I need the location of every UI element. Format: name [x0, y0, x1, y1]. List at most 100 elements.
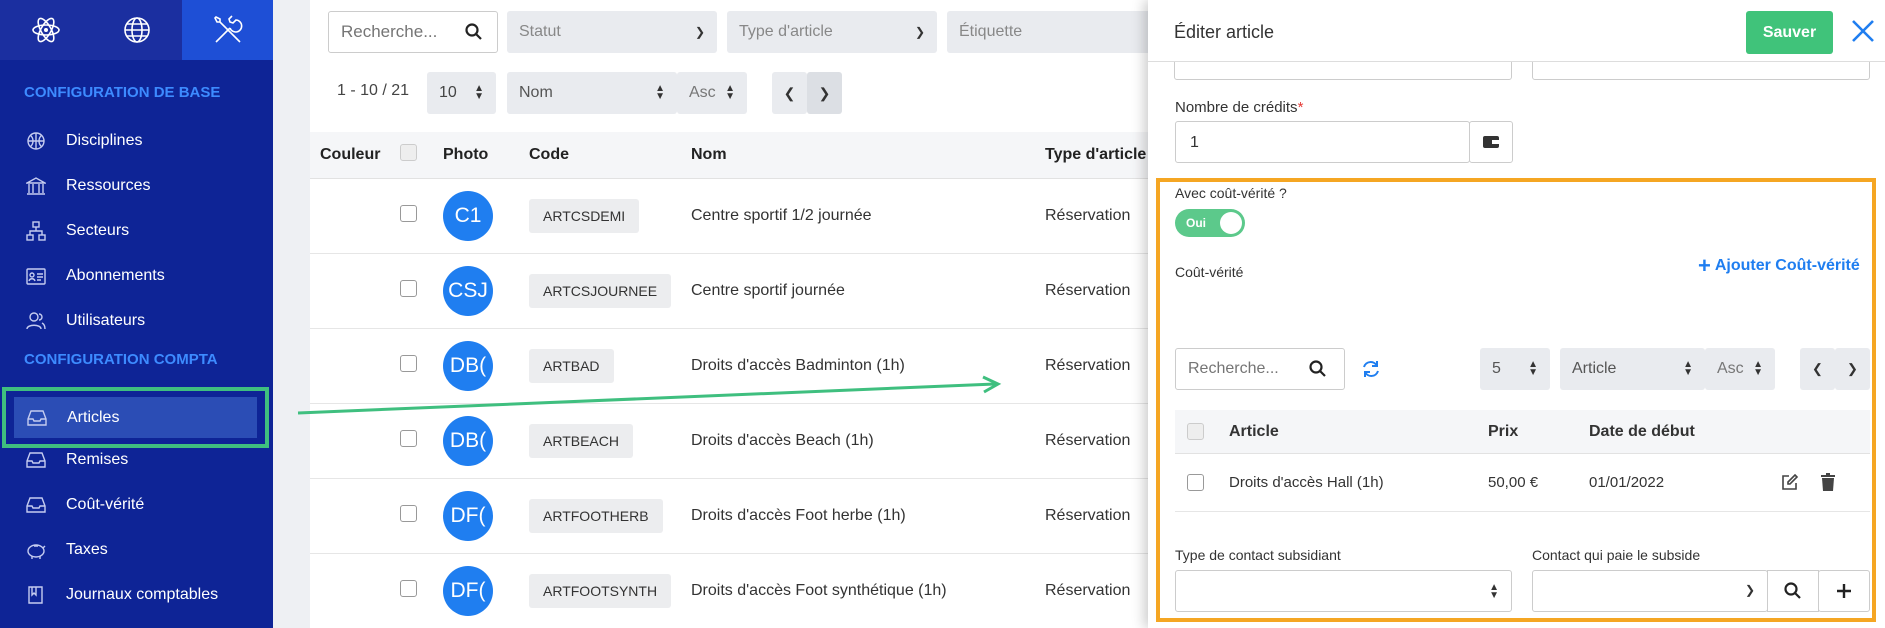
sidebar-item-disciplines[interactable]: Disciplines [0, 118, 273, 163]
select-all-checkbox[interactable] [400, 143, 417, 161]
sort-updown-icon: ▲ ▼ [655, 83, 665, 102]
tag-filter[interactable]: Étiquette [947, 11, 1157, 53]
plus-icon [1837, 584, 1851, 598]
table-row[interactable]: DF( ARTFOOTSYNTH Droits d'accès Foot syn… [310, 553, 1150, 628]
cv-sort-field-select[interactable]: Article ▲ ▼ [1560, 348, 1705, 390]
tab-tools[interactable] [182, 0, 273, 60]
toggle-label: Oui [1186, 216, 1206, 230]
sidebar-item-cout-verite[interactable]: Coût-vérité [0, 482, 273, 527]
row-checkbox[interactable] [400, 204, 417, 222]
sidebar-item-label: Articles [67, 408, 120, 426]
cv-row-date: 01/01/2022 [1589, 474, 1665, 491]
code-badge: ARTCSDEMI [529, 198, 640, 233]
cv-prev-page-button[interactable]: ❮ [1800, 348, 1835, 390]
edit-icon[interactable] [1781, 473, 1799, 491]
search-icon[interactable] [465, 23, 483, 41]
status-filter-label: Statut [519, 23, 561, 40]
sort-field-select[interactable]: Nom ▲ ▼ [507, 72, 677, 114]
col-type: Type d'article [1045, 132, 1150, 179]
table-row[interactable]: C1 ARTCSDEMI Centre sportif 1/2 journée … [310, 178, 1150, 254]
search-icon [1784, 582, 1801, 599]
contact-payeur-select[interactable]: ❯ [1532, 570, 1768, 612]
chevron-down-icon: ❯ [1744, 583, 1755, 597]
sidebar-item-abonnements[interactable]: Abonnements [0, 253, 273, 298]
contact-add-button[interactable] [1818, 570, 1870, 612]
prev-page-button[interactable]: ❮ [772, 72, 807, 114]
cv-question: Avec coût-vérité ? [1175, 185, 1287, 201]
table-row[interactable]: DB( ARTBAD Droits d'accès Badminton (1h)… [310, 328, 1150, 404]
articles-table: Couleur Photo Code Nom Type d'article C1… [310, 132, 1150, 628]
toggle-knob [1220, 212, 1242, 234]
cv-search-box[interactable] [1175, 348, 1345, 390]
add-cv-button[interactable]: + Ajouter Coût-vérité [1698, 255, 1860, 277]
chevron-left-icon: ❮ [1812, 361, 1823, 376]
table-row[interactable]: Droits d'accès Hall (1h) 50,00 € 01/01/2… [1175, 454, 1870, 512]
type-contact-select[interactable]: ▲ ▼ [1175, 570, 1512, 612]
avatar: CSJ [443, 265, 493, 316]
cv-per-page-select[interactable]: 5 ▲ ▼ [1480, 348, 1550, 390]
sort-updown-icon: ▲ ▼ [1489, 582, 1499, 601]
credits-input[interactable]: 1 [1175, 121, 1470, 163]
search-icon[interactable] [1309, 360, 1327, 378]
search-box[interactable] [328, 11, 498, 53]
tab-globe[interactable] [91, 0, 182, 60]
cv-select-all-checkbox[interactable] [1187, 423, 1204, 440]
article-type: Réservation [1045, 328, 1150, 404]
next-page-button[interactable]: ❯ [807, 72, 842, 114]
per-page-select[interactable]: 10 ▲ ▼ [427, 72, 496, 114]
type-filter[interactable]: Type d'article ❯ [727, 11, 937, 53]
sidebar-item-journaux[interactable]: Journaux comptables [0, 572, 273, 617]
cv-sort-dir-value: Asc [1717, 360, 1744, 377]
book-icon [28, 585, 43, 604]
wallet-icon [1483, 136, 1499, 148]
row-checkbox[interactable] [400, 354, 417, 372]
row-checkbox[interactable] [400, 504, 417, 522]
refresh-icon[interactable] [1361, 359, 1381, 379]
trash-icon[interactable] [1820, 473, 1836, 491]
article-type: Réservation [1045, 253, 1150, 329]
sidebar-item-label: Ressources [66, 176, 151, 194]
table-row[interactable]: DF( ARTFOOTHERB Droits d'accès Foot herb… [310, 478, 1150, 554]
table-row[interactable]: CSJ ARTCSJOURNEE Centre sportif journée … [310, 253, 1150, 329]
table-row[interactable]: DB( ARTBEACH Droits d'accès Beach (1h) R… [310, 403, 1150, 479]
sidebar-item-label: Abonnements [66, 266, 165, 284]
building-icon [26, 176, 46, 195]
cv-toggle[interactable]: Oui [1175, 209, 1245, 237]
row-checkbox[interactable] [1187, 474, 1204, 491]
code-badge: ARTFOOTSYNTH [529, 573, 672, 608]
close-icon[interactable] [1850, 18, 1876, 44]
status-filter[interactable]: Statut ❯ [507, 11, 717, 53]
search-input[interactable] [329, 13, 457, 51]
cv-table-header: Article Prix Date de début [1175, 410, 1870, 454]
avatar: DB( [443, 415, 493, 466]
piggy-bank-icon [27, 543, 46, 559]
article-type: Réservation [1045, 553, 1150, 628]
sidebar-item-label: Disciplines [66, 131, 143, 149]
tab-science[interactable] [0, 0, 91, 60]
contact-search-button[interactable] [1767, 570, 1819, 612]
article-name: Droits d'accès Foot herbe (1h) [691, 478, 1045, 554]
row-checkbox[interactable] [400, 429, 417, 447]
sort-dir-select[interactable]: Asc ▲ ▼ [677, 72, 747, 114]
cv-row-prix: 50,00 € [1488, 474, 1539, 491]
col-couleur: Couleur [310, 132, 400, 179]
panel-title: Éditer article [1174, 22, 1275, 42]
code-badge: ARTBAD [529, 348, 614, 383]
row-checkbox[interactable] [400, 579, 417, 597]
article-name: Droits d'accès Beach (1h) [691, 403, 1045, 479]
sidebar-item-ressources[interactable]: Ressources [0, 163, 273, 208]
sidebar-item-utilisateurs[interactable]: Utilisateurs [0, 298, 273, 343]
cv-search-input[interactable] [1176, 351, 1301, 387]
row-checkbox[interactable] [400, 279, 417, 297]
col-nom: Nom [691, 132, 1045, 179]
col-select-all [400, 132, 443, 179]
table-header-row: Couleur Photo Code Nom Type d'article [310, 132, 1150, 179]
sidebar-item-secteurs[interactable]: Secteurs [0, 208, 273, 253]
cv-per-page-value: 5 [1492, 360, 1501, 377]
cv-sort-dir-select[interactable]: Asc ▲ ▼ [1705, 348, 1775, 390]
sidebar-item-taxes[interactable]: Taxes [0, 527, 273, 572]
sidebar-item-articles[interactable]: Articles [14, 397, 257, 438]
article-name: Centre sportif journée [691, 253, 1045, 329]
cv-next-page-button[interactable]: ❯ [1835, 348, 1870, 390]
save-button[interactable]: Sauver [1746, 11, 1833, 54]
